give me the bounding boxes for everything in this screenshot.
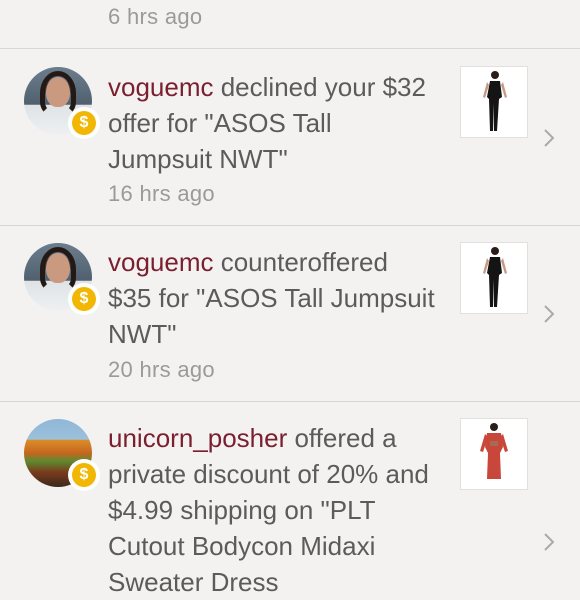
avatar[interactable]: $ [24, 67, 100, 139]
notification-message: voguemc counteroffered $35 for "ASOS Tal… [108, 244, 438, 352]
username-link[interactable]: voguemc [108, 72, 214, 102]
listing-thumbnail[interactable] [461, 419, 527, 489]
chevron-right-icon[interactable] [542, 304, 556, 324]
username-link[interactable]: unicorn_posher [108, 423, 287, 453]
red-bodycon-dress-image [480, 423, 508, 479]
listing-thumbnail[interactable] [461, 243, 527, 313]
notification-message: voguemc declined your $32 offer for "ASO… [108, 69, 438, 177]
notification-item[interactable]: $ voguemc counteroffered $35 for "ASOS T… [0, 226, 580, 402]
chevron-right-icon[interactable] [542, 128, 556, 148]
dollar-coin-icon: $ [68, 459, 100, 491]
dollar-coin-icon: $ [68, 283, 100, 315]
notification-time: 20 hrs ago [108, 357, 215, 382]
notification-item[interactable]: $ voguemc declined your $32 offer for "A… [0, 49, 580, 225]
notification-item[interactable]: $ unicorn_posher offered a private disco… [0, 402, 580, 597]
black-jumpsuit-image [483, 71, 507, 131]
chevron-right-icon[interactable] [542, 532, 556, 552]
notification-time: 16 hrs ago [108, 181, 215, 206]
avatar[interactable]: $ [24, 243, 100, 315]
notification-time: 6 hrs ago [108, 4, 203, 29]
black-jumpsuit-image [483, 247, 507, 307]
dollar-coin-icon: $ [68, 107, 100, 139]
listing-thumbnail[interactable] [461, 67, 527, 137]
username-link[interactable]: voguemc [108, 247, 214, 277]
notification-message: unicorn_posher offered a private discoun… [108, 420, 438, 600]
avatar[interactable]: $ [24, 419, 100, 491]
